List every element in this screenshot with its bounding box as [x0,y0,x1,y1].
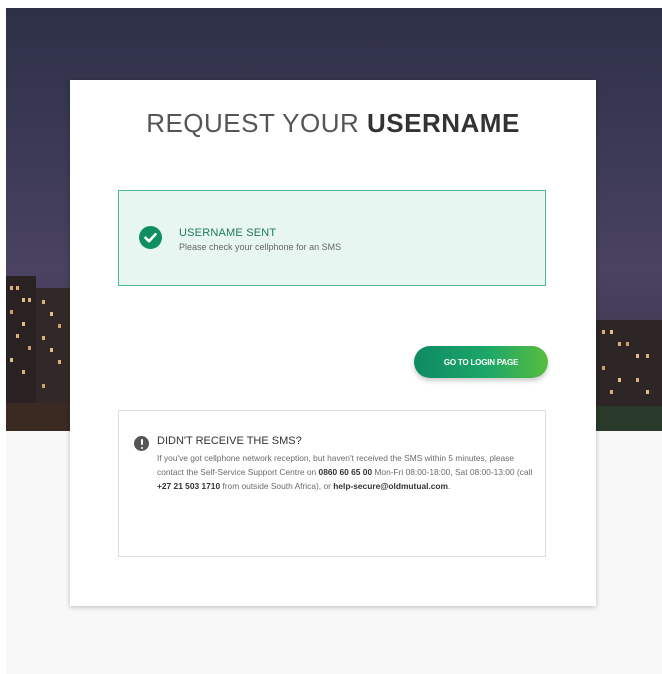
info-circle-icon [134,436,149,451]
request-username-card: REQUEST YOUR USERNAME USERNAME SENT Plea… [70,80,596,606]
check-circle-icon [139,226,162,249]
support-phone-local: 0860 60 65 00 [318,467,373,478]
support-phone-international: +27 21 503 1710 [157,481,221,492]
info-text-part-4: . [447,481,451,492]
page-title-light: REQUEST YOUR [146,108,367,138]
page-title-bold: USERNAME [367,108,520,138]
support-email-link[interactable]: help-secure@oldmutual.com [333,481,448,491]
info-title: DIDN'T RECEIVE THE SMS? [157,435,302,447]
info-text: If you've got cellphone network receptio… [157,451,535,494]
page-frame: REQUEST YOUR USERNAME USERNAME SENT Plea… [6,8,662,674]
go-to-login-button[interactable]: GO TO LOGIN PAGE [414,346,548,378]
alert-title: USERNAME SENT [179,227,277,239]
sms-help-box: DIDN'T RECEIVE THE SMS? If you've got ce… [118,410,546,557]
page-title: REQUEST YOUR USERNAME [70,108,596,139]
info-text-part-3: from outside South Africa), or [220,481,334,492]
info-text-part-2: Mon-Fri 08:00-18:00, Sat 08:00-13:00 (ca… [372,467,533,478]
alert-message: Please check your cellphone for an SMS [179,242,342,252]
username-sent-alert: USERNAME SENT Please check your cellphon… [118,190,546,286]
